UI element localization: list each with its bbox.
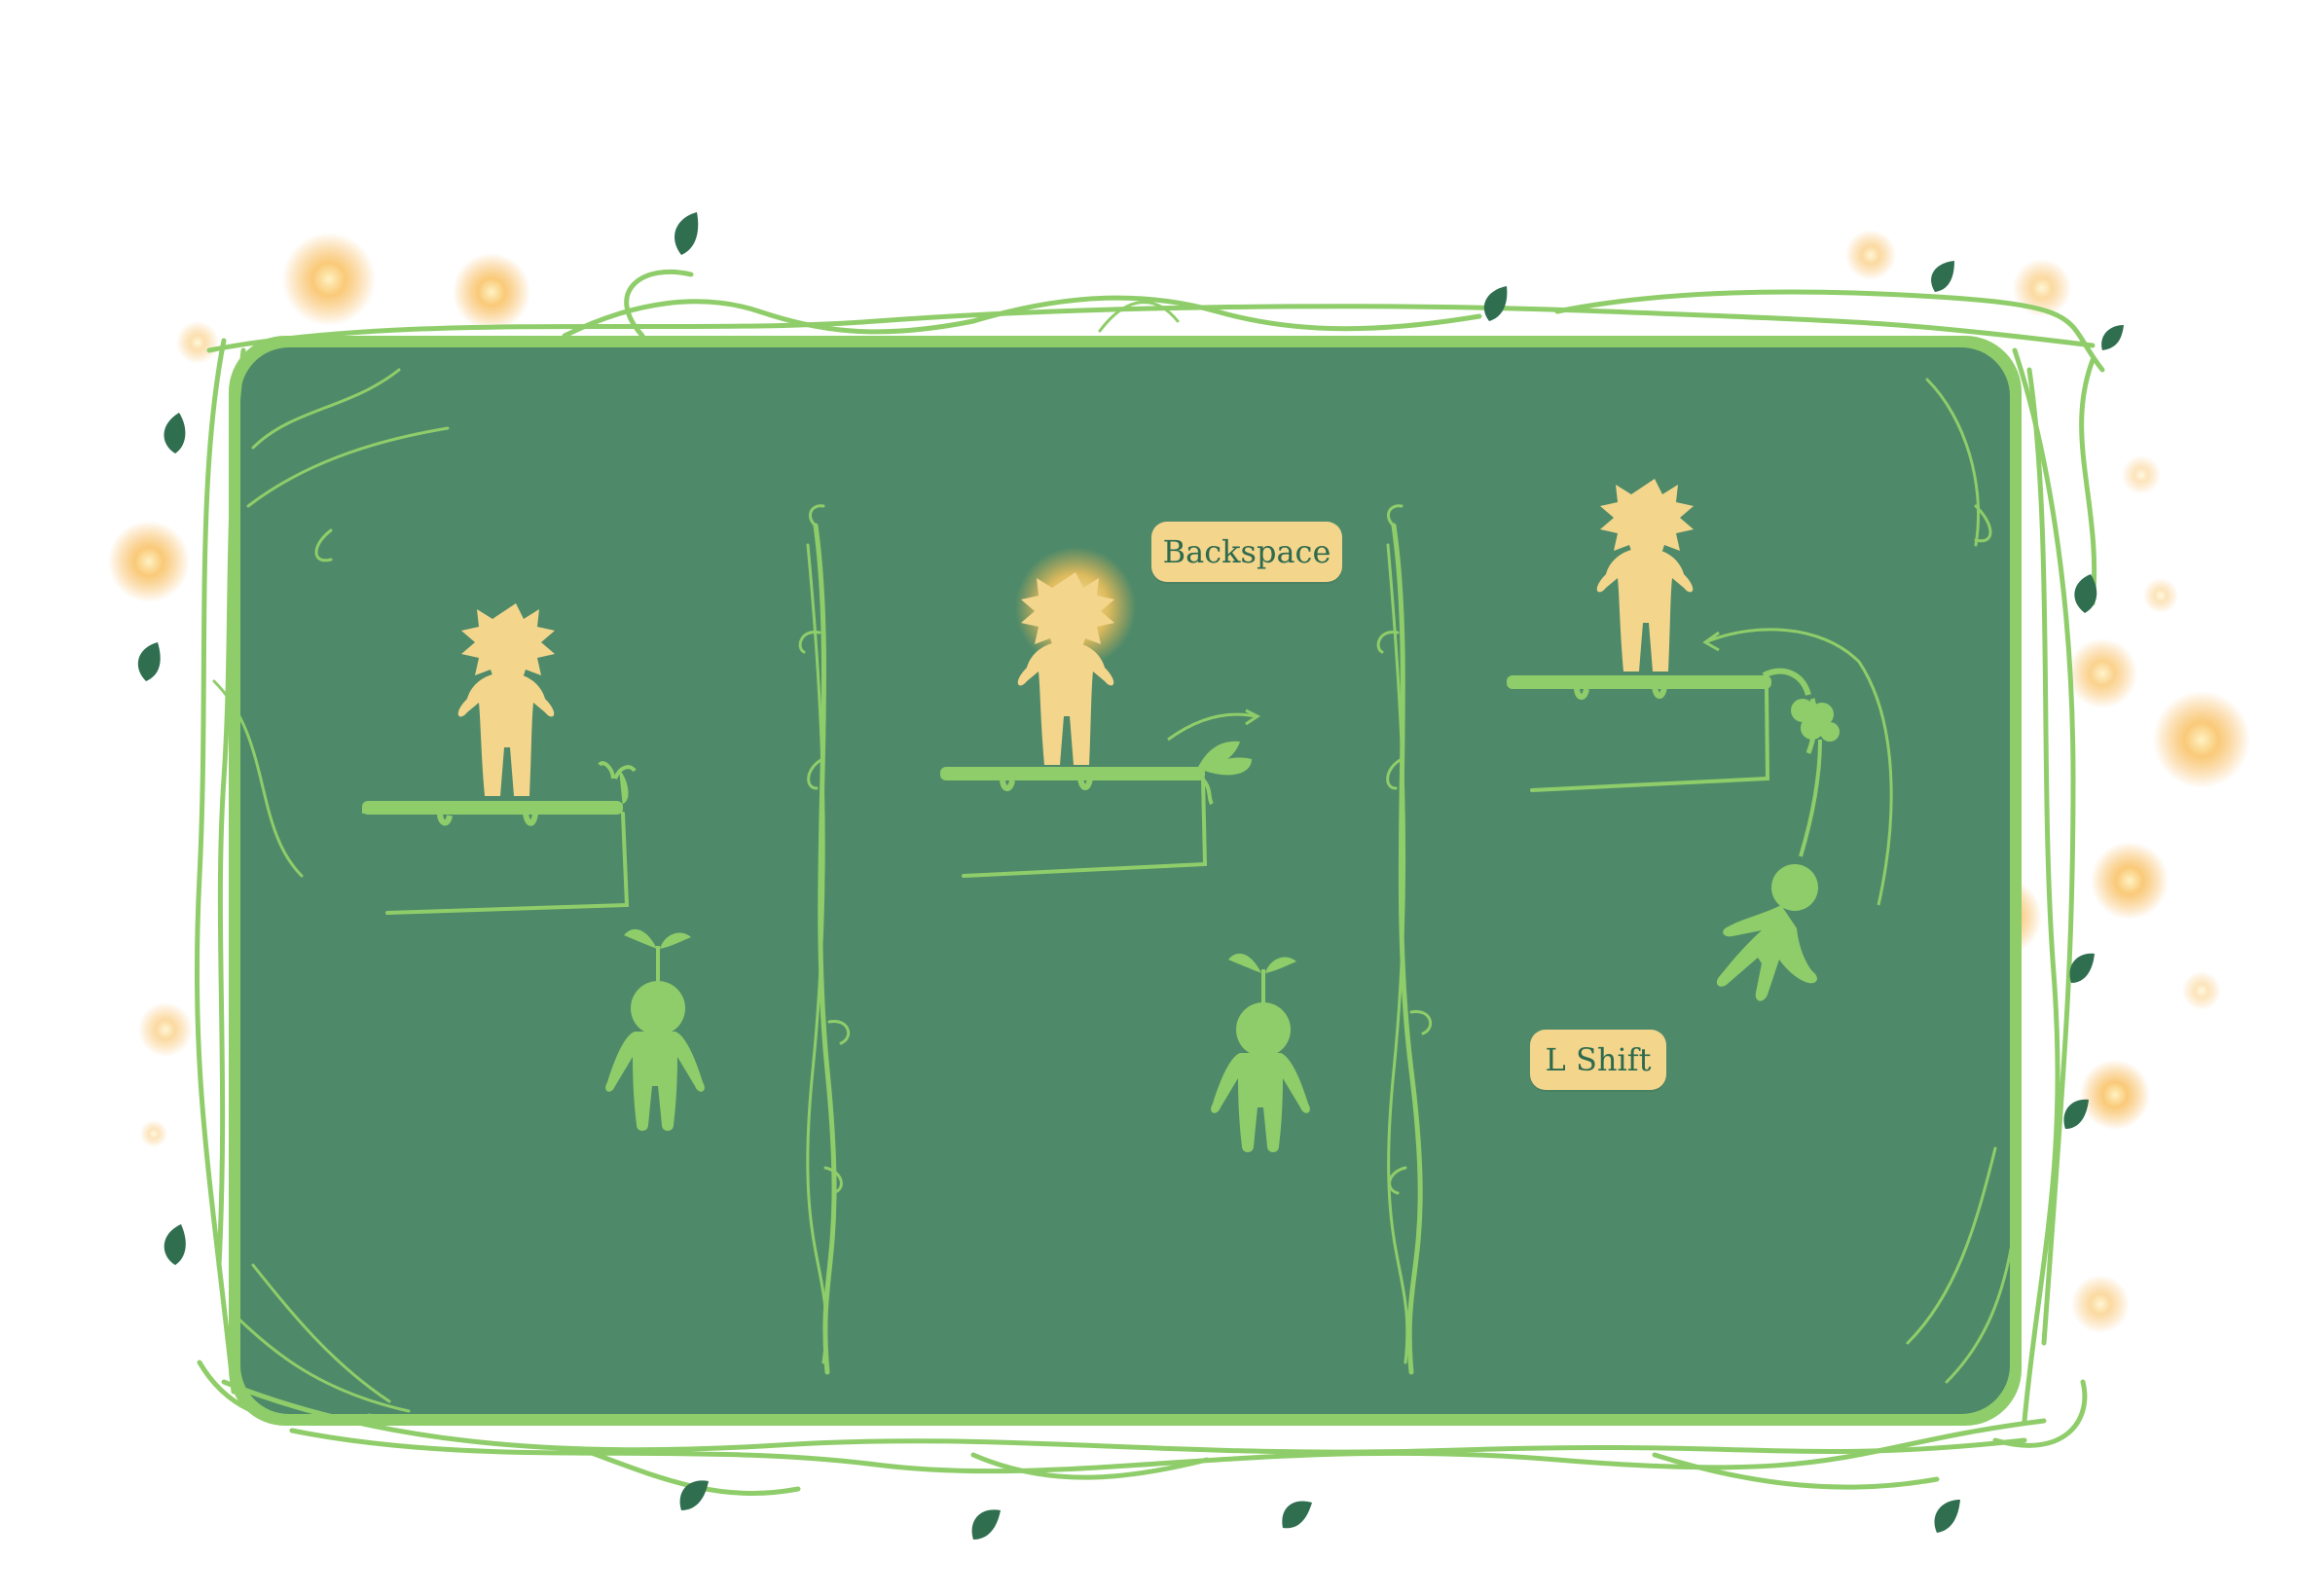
lshift-key-hint: L Shift xyxy=(1530,1030,1666,1090)
tutorial-panel xyxy=(229,336,2022,1426)
backspace-key-hint: Backspace xyxy=(1151,522,1342,582)
lshift-key-label: L Shift xyxy=(1545,1041,1652,1078)
tutorial-scene xyxy=(108,212,2250,1540)
backspace-key-label: Backspace xyxy=(1162,533,1331,570)
